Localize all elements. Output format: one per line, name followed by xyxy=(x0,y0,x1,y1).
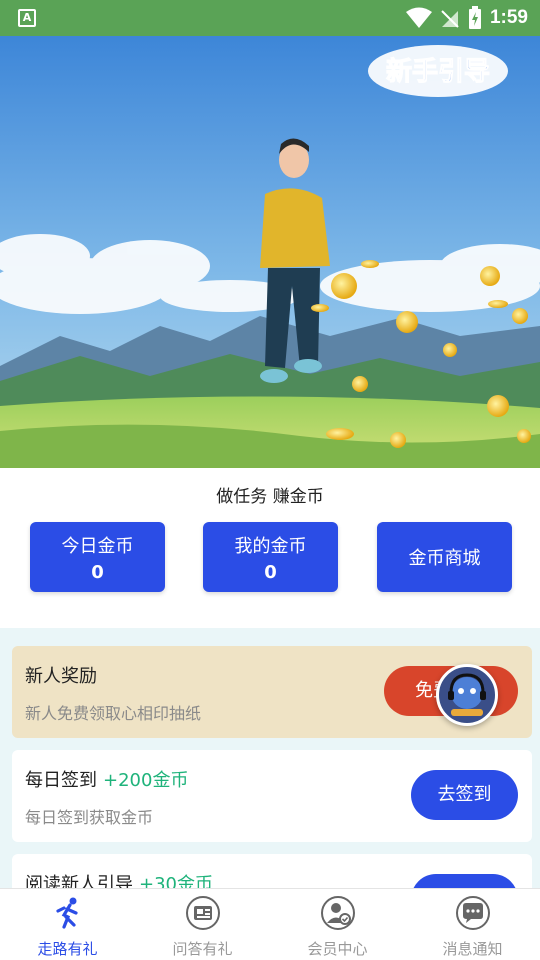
tab-messages[interactable]: 消息通知 xyxy=(405,889,540,960)
task-reward: +30金币 xyxy=(139,874,213,888)
coin-shop-label: 金币商城 xyxy=(408,548,481,569)
wifi-icon xyxy=(405,7,432,28)
task-read-guide: 阅读新人引导 +30金币 xyxy=(12,854,532,888)
my-coins-label: 我的金币 xyxy=(234,536,307,557)
app-notification-icon: A xyxy=(18,9,36,27)
task-title: 新人奖励 xyxy=(25,666,97,687)
section-title: 做任务 赚金币 xyxy=(216,487,324,507)
customer-service-float-button[interactable] xyxy=(436,664,498,726)
task-daily-checkin: 每日签到 +200金币 每日签到获取金币 去签到 xyxy=(12,750,532,842)
qa-card-icon xyxy=(185,896,220,930)
my-coins-card[interactable]: 我的金币 0 xyxy=(203,522,338,592)
runner-icon xyxy=(55,897,78,929)
status-bar: A 1:59 xyxy=(0,0,540,36)
tab-member-center[interactable]: 会员中心 xyxy=(270,889,405,960)
checkin-button[interactable]: 去签到 xyxy=(411,770,518,820)
my-coins-value: 0 xyxy=(264,562,277,583)
today-coins-label: 今日金币 xyxy=(61,536,134,557)
headset-mascot-icon xyxy=(448,673,486,716)
coin-shop-button[interactable]: 金币商城 xyxy=(377,522,512,592)
newbie-guide-banner[interactable]: 新手引导 xyxy=(368,45,508,97)
member-icon xyxy=(320,896,355,930)
task-desc: 每日签到获取金币 xyxy=(25,808,154,827)
task-reward: +200金币 xyxy=(103,770,189,791)
tab-label: 会员中心 xyxy=(307,940,368,958)
tab-walk-reward[interactable]: 走路有礼 xyxy=(0,889,135,960)
tab-label: 问答有礼 xyxy=(172,940,233,958)
task-title: 每日签到 +200金币 xyxy=(25,770,189,791)
tab-label: 走路有礼 xyxy=(37,940,98,958)
clock: 1:59 xyxy=(489,7,528,28)
tab-label: 消息通知 xyxy=(442,940,503,958)
read-guide-button[interactable] xyxy=(411,874,518,888)
signal-icon xyxy=(441,10,459,28)
banner-title: 新手引导 xyxy=(386,56,490,87)
task-title: 阅读新人引导 +30金币 xyxy=(25,870,213,888)
today-coins-card[interactable]: 今日金币 0 xyxy=(30,522,165,592)
tab-qa-reward[interactable]: 问答有礼 xyxy=(135,889,270,960)
task-desc: 新人免费领取心相印抽纸 xyxy=(25,704,202,723)
hero-banner: 新手引导 xyxy=(0,36,540,468)
chat-bubble-icon xyxy=(455,896,490,930)
bottom-tab-bar: 走路有礼 问答有礼 会员中心 消息通知 xyxy=(0,888,540,960)
today-coins-value: 0 xyxy=(91,562,104,583)
battery-charging-icon xyxy=(468,6,481,29)
status-icons: 1:59 xyxy=(405,4,528,32)
coin-summary: 今日金币 0 我的金币 0 金币商城 xyxy=(0,522,540,592)
